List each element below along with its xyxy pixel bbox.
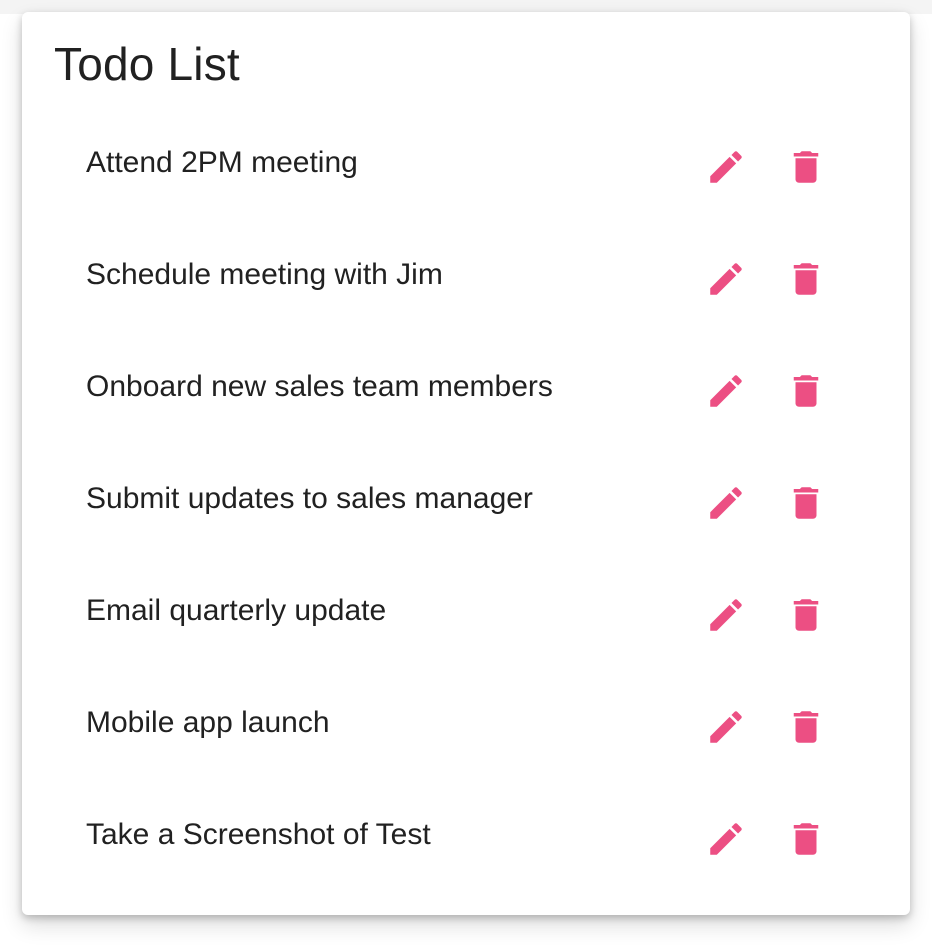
edit-icon xyxy=(710,599,742,631)
edit-button[interactable] xyxy=(705,594,747,636)
delete-icon xyxy=(793,151,819,183)
todo-item: Schedule meeting with Jim xyxy=(22,220,910,332)
edit-button[interactable] xyxy=(705,482,747,524)
delete-button[interactable] xyxy=(785,482,827,524)
todo-item: Attend 2PM meeting xyxy=(22,108,910,220)
todo-text: Take a Screenshot of Test xyxy=(86,818,431,851)
delete-button[interactable] xyxy=(785,594,827,636)
delete-button[interactable] xyxy=(785,146,827,188)
edit-icon xyxy=(710,375,742,407)
edit-button[interactable] xyxy=(705,370,747,412)
todo-text: Schedule meeting with Jim xyxy=(86,258,443,291)
delete-button[interactable] xyxy=(785,370,827,412)
edit-button[interactable] xyxy=(705,818,747,860)
delete-button[interactable] xyxy=(785,706,827,748)
delete-icon xyxy=(793,375,819,407)
todo-item: Take a Screenshot of Test xyxy=(22,780,910,892)
edit-icon xyxy=(710,823,742,855)
todo-card: Todo List Attend 2PM meeting Schedule me… xyxy=(22,12,910,915)
todo-item: Email quarterly update xyxy=(22,556,910,668)
delete-button[interactable] xyxy=(785,818,827,860)
todo-item: Submit updates to sales manager xyxy=(22,444,910,556)
todo-list: Attend 2PM meeting Schedule meeting with… xyxy=(22,108,910,892)
edit-icon xyxy=(710,711,742,743)
edit-icon xyxy=(710,263,742,295)
todo-text: Mobile app launch xyxy=(86,706,330,739)
delete-icon xyxy=(793,599,819,631)
todo-text: Email quarterly update xyxy=(86,594,387,627)
todo-text: Attend 2PM meeting xyxy=(86,146,358,179)
delete-button[interactable] xyxy=(785,258,827,300)
delete-icon xyxy=(793,487,819,519)
todo-text: Submit updates to sales manager xyxy=(86,482,533,515)
todo-item: Mobile app launch xyxy=(22,668,910,780)
delete-icon xyxy=(793,823,819,855)
todo-item: Onboard new sales team members xyxy=(22,332,910,444)
edit-button[interactable] xyxy=(705,706,747,748)
delete-icon xyxy=(793,263,819,295)
todo-text: Onboard new sales team members xyxy=(86,370,553,403)
edit-button[interactable] xyxy=(705,258,747,300)
delete-icon xyxy=(793,711,819,743)
edit-button[interactable] xyxy=(705,146,747,188)
edit-icon xyxy=(710,487,742,519)
edit-icon xyxy=(710,151,742,183)
todo-list-title: Todo List xyxy=(54,38,240,90)
